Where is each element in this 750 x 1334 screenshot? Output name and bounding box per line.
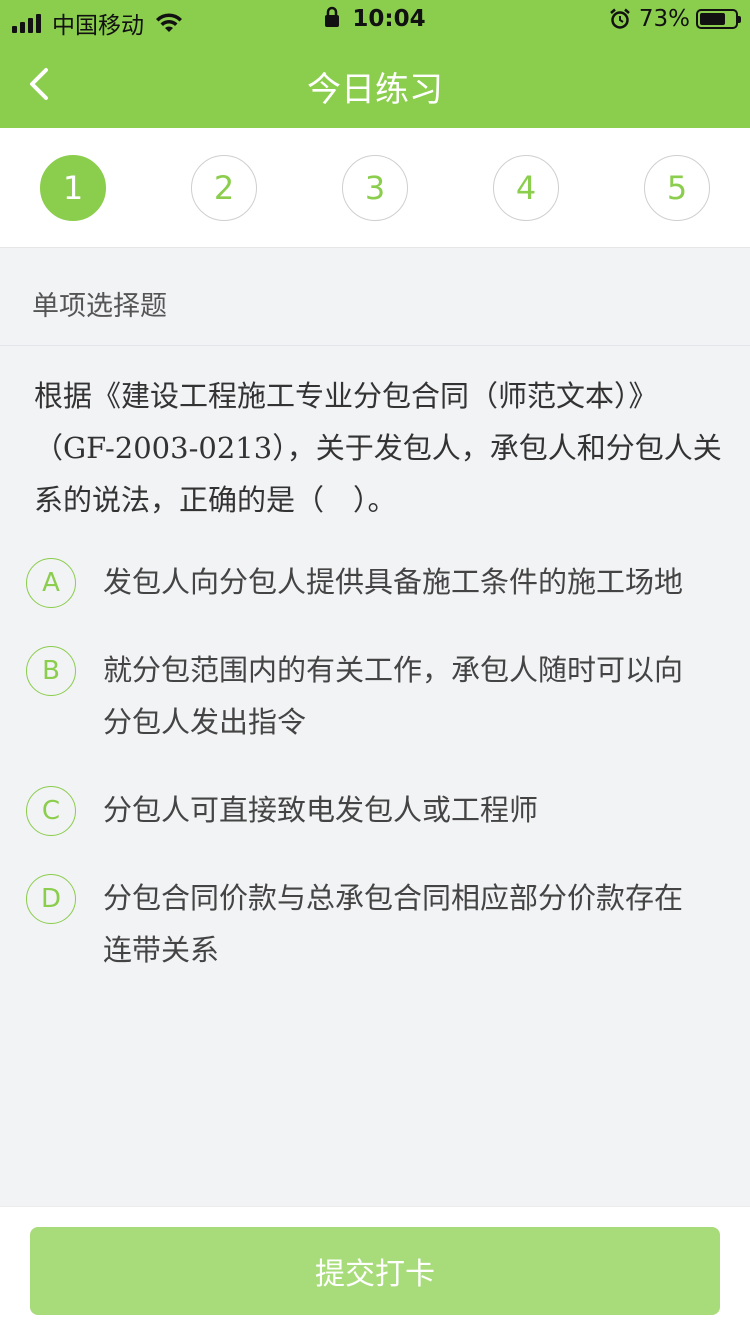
option-text: 发包人向分包人提供具备施工条件的施工场地 <box>103 556 713 608</box>
question-type-bar: 单项选择题 <box>0 248 750 346</box>
battery-fill <box>700 13 725 25</box>
footer-bar: 提交打卡 <box>0 1206 750 1334</box>
option-line: 分包合同价款与总承包合同相应部分价款存在 <box>103 881 684 915</box>
step-label: 5 <box>666 169 688 207</box>
option-line: 分包人发出指令 <box>103 705 307 739</box>
option-line: 就分包范围内的有关工作，承包人随时可以向 <box>103 653 684 687</box>
step-2[interactable]: 2 <box>191 155 257 221</box>
option-badge: D <box>26 874 76 924</box>
status-time: 10:04 <box>352 6 426 32</box>
nav-bar: 今日练习 <box>0 40 750 128</box>
step-label: 4 <box>515 169 537 207</box>
option-line: 分包人可直接致电发包人或工程师 <box>103 793 539 827</box>
question-type: 单项选择题 <box>32 291 167 322</box>
step-label: 3 <box>364 169 386 207</box>
status-bar: 中国移动 10:04 73% <box>0 0 750 40</box>
battery-percent: 73% <box>638 6 690 32</box>
status-right: 73% <box>609 6 741 32</box>
option-badge: A <box>26 558 76 608</box>
lock-icon <box>325 6 340 27</box>
step-3[interactable]: 3 <box>342 155 408 221</box>
step-1[interactable]: 1 <box>40 155 106 221</box>
option-badge: B <box>26 646 76 696</box>
alarm-icon <box>610 8 630 29</box>
question-line: 系的说法，正确的是（ ）。 <box>34 483 397 517</box>
submit-checkin-button[interactable]: 提交打卡 <box>30 1227 720 1315</box>
option-text: 分包人可直接致电发包人或工程师 <box>103 784 713 836</box>
step-label: 1 <box>62 169 84 207</box>
option-text: 分包合同价款与总承包合同相应部分价款存在 连带关系 <box>103 872 713 976</box>
option-badge: C <box>26 786 76 836</box>
app-header: 中国移动 10:04 73% 今日练习 <box>0 0 750 128</box>
option-a[interactable]: A 发包人向分包人提供具备施工条件的施工场地 <box>0 556 750 616</box>
option-d[interactable]: D 分包合同价款与总承包合同相应部分价款存在 连带关系 <box>0 872 750 980</box>
question-line: 根据《建设工程施工专业分包合同（师范文本）》 <box>34 379 658 413</box>
step-label: 2 <box>213 169 235 207</box>
question-steps: 1 2 3 4 5 <box>0 128 750 248</box>
option-line: 发包人向分包人提供具备施工条件的施工场地 <box>103 565 684 599</box>
option-text: 就分包范围内的有关工作，承包人随时可以向 分包人发出指令 <box>103 644 713 748</box>
option-line: 连带关系 <box>103 933 220 967</box>
step-4[interactable]: 4 <box>493 155 559 221</box>
page-title: 今日练习 <box>307 70 443 110</box>
battery-icon <box>696 9 741 29</box>
step-5[interactable]: 5 <box>644 155 710 221</box>
option-b[interactable]: B 就分包范围内的有关工作，承包人随时可以向 分包人发出指令 <box>0 644 750 752</box>
question-line: （GF-2003-0213），关于发包人，承包人和分包人关 <box>34 431 722 465</box>
option-c[interactable]: C 分包人可直接致电发包人或工程师 <box>0 784 750 844</box>
question-text: 根据《建设工程施工专业分包合同（师范文本）》 （GF-2003-0213），关于… <box>34 370 724 526</box>
